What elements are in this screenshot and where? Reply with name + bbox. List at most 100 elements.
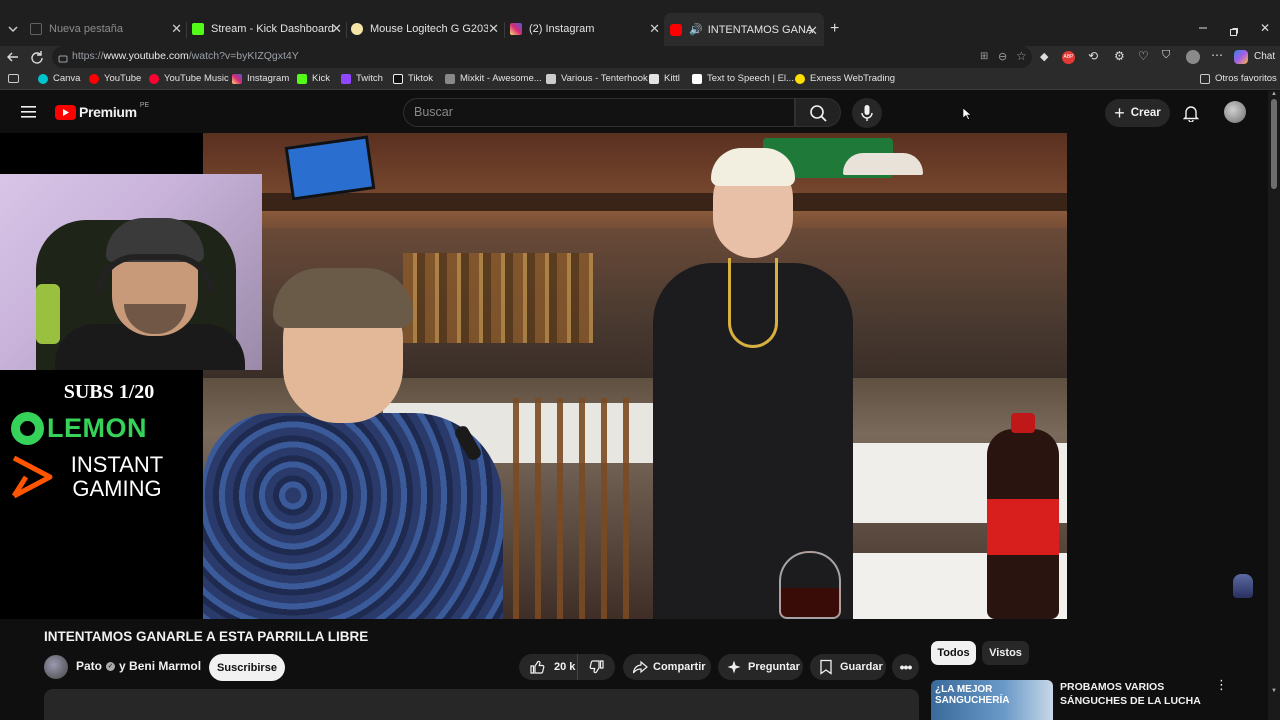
collections-icon[interactable] (8, 74, 19, 83)
thumbs-up-icon (530, 660, 545, 674)
video-scene-cola-bottle (987, 413, 1059, 619)
search-input[interactable] (414, 105, 774, 119)
extension-diamond-icon[interactable]: ◆ (1040, 50, 1048, 63)
tab-close-icon[interactable]: ✕ (331, 21, 342, 37)
bookmark-label: Otros favoritos (1215, 73, 1277, 84)
video-scene-lamp (843, 153, 923, 175)
tenterhook-icon (546, 73, 556, 84)
like-button[interactable]: 20 k (519, 654, 577, 680)
adblock-icon[interactable]: ABP (1062, 51, 1075, 64)
channel-name[interactable]: Pato ✓ y Beni Marmol (76, 659, 201, 673)
url-field[interactable]: https://www.youtube.com/watch?v=byKIZQgx… (52, 46, 1032, 68)
next-video-menu-icon[interactable]: ⋮ (1215, 678, 1228, 691)
next-video-title[interactable]: PROBAMOS VARIOS SÁNGUCHES DE LA LUCHA (1060, 680, 1201, 708)
tab-new-tab[interactable]: Nueva pestaña ✕ (30, 17, 182, 41)
hamburger-menu-icon[interactable] (21, 105, 37, 119)
tab-separator (504, 22, 505, 38)
bookmark-tiktok[interactable]: Tiktok (393, 73, 433, 84)
bookmark-tenterhook[interactable]: Various - Tenterhook (546, 73, 648, 84)
chip-todos[interactable]: Todos (931, 641, 976, 665)
voice-search-button[interactable] (852, 98, 882, 128)
scroll-up-icon[interactable]: ▲ (1271, 91, 1277, 97)
more-menu-icon[interactable]: ⋯ (1211, 48, 1223, 62)
account-avatar[interactable] (1224, 101, 1246, 123)
tab-label: (2) Instagram (529, 23, 595, 35)
subs-goal-text: SUBS 1/20 (63, 381, 155, 403)
bookmark-save-icon (820, 659, 832, 675)
search-button[interactable] (795, 98, 841, 127)
ask-button[interactable]: Preguntar (718, 654, 803, 680)
copilot-chat-label[interactable]: Chat (1254, 51, 1275, 62)
url-text: https://www.youtube.com/watch?v=byKIZQgx… (72, 50, 299, 62)
bookmark-kittl[interactable]: Kittl (649, 73, 680, 84)
description-box[interactable] (44, 689, 919, 720)
tab-close-icon[interactable]: ✕ (171, 21, 182, 37)
bookmark-text-to-speech[interactable]: Text to Speech | El... (692, 73, 794, 84)
tab-kick-dashboard[interactable]: Stream - Kick Dashboard ✕ (192, 17, 342, 41)
restore-icon[interactable] (1229, 24, 1239, 36)
more-actions-button[interactable]: ••• (892, 654, 919, 680)
reload-icon[interactable] (30, 50, 44, 64)
share-button[interactable]: Compartir (623, 654, 711, 680)
video-scene-seated-man-body (203, 413, 503, 619)
bookmark-label: Twitch (356, 73, 383, 84)
channel-name-primary: Pato (76, 659, 103, 673)
gaming-text: GAMING (72, 476, 162, 501)
bookmark-label: Text to Speech | El... (707, 73, 794, 84)
bookmark-mixkit[interactable]: Mixkit - Awesome... (445, 73, 542, 84)
shield-icon[interactable]: ⛉ (1162, 49, 1170, 62)
bookmark-youtube[interactable]: YouTube (89, 73, 141, 84)
scrollbar-thumb[interactable] (1271, 99, 1277, 189)
elevenlabs-icon (692, 73, 702, 84)
channel-avatar[interactable] (44, 655, 68, 679)
next-video-thumbnail[interactable]: ¿LA MEJOR SANGUCHERÍA (931, 680, 1053, 720)
bookmark-kick[interactable]: Kick (297, 73, 330, 84)
tab-instagram[interactable]: (2) Instagram ✕ (510, 17, 660, 41)
extension-puzzle-icon[interactable]: ⟲ (1088, 49, 1098, 63)
bookmark-instagram[interactable]: Instagram (232, 73, 289, 84)
favorite-star-icon[interactable]: ☆ (1016, 49, 1027, 63)
tab-youtube-active[interactable]: 🔊 INTENTAMOS GANARLE A ESTA ✕ (664, 13, 824, 46)
app-install-icon[interactable]: ⊞ (980, 51, 988, 62)
extensions-icon[interactable]: ⚙ (1114, 49, 1125, 63)
zoom-icon[interactable]: ⊖ (998, 50, 1007, 63)
profile-avatar-icon[interactable] (1186, 50, 1200, 64)
dislike-button[interactable] (577, 654, 615, 680)
channel-name-secondary: y Beni Marmol (119, 659, 202, 673)
floating-mascot-icon[interactable] (1233, 574, 1253, 598)
bookmark-other-favorites[interactable]: Otros favoritos (1200, 73, 1277, 84)
tab-list-dropdown-icon[interactable] (6, 22, 20, 36)
bookmark-twitch[interactable]: Twitch (341, 73, 383, 84)
youtube-premium-logo[interactable]: Premium PE (55, 102, 149, 120)
site-info-icon[interactable] (58, 51, 68, 63)
minimize-icon[interactable] (1198, 20, 1208, 30)
tab-mouse-logitech[interactable]: Mouse Logitech G G203 Lightsync ✕ (351, 17, 499, 41)
bookmarks-bar: Canva YouTube YouTube Music Instagram Ki… (0, 70, 1280, 90)
address-bar-row: https://www.youtube.com/watch?v=byKIZQgx… (0, 46, 1280, 70)
create-button[interactable]: + Crear (1105, 99, 1170, 127)
subscribe-button[interactable]: Suscribirse (209, 654, 285, 681)
close-window-icon[interactable]: ✕ (1260, 21, 1270, 35)
bookmark-canva[interactable]: Canva (38, 73, 80, 84)
save-button[interactable]: Guardar (810, 654, 886, 680)
bookmark-youtube-music[interactable]: YouTube Music (149, 73, 229, 84)
tab-close-icon[interactable]: ✕ (649, 21, 660, 37)
chip-vistos[interactable]: Vistos (982, 641, 1029, 665)
audio-playing-icon[interactable]: 🔊 (689, 23, 703, 36)
youtube-favicon-icon (670, 23, 682, 36)
copilot-icon[interactable] (1234, 50, 1248, 64)
new-tab-plus-icon[interactable]: + (830, 20, 839, 38)
tab-separator (186, 22, 187, 38)
notifications-bell-icon[interactable] (1182, 104, 1200, 123)
bookmark-exness[interactable]: Exness WebTrading (795, 73, 895, 84)
browser-essentials-icon[interactable]: ♡ (1138, 49, 1149, 63)
tab-label: INTENTAMOS GANARLE A ESTA (707, 23, 814, 36)
video-player[interactable] (203, 133, 1067, 619)
scroll-down-icon[interactable]: ▼ (1271, 688, 1277, 694)
back-arrow-icon[interactable] (6, 50, 20, 64)
next-video-title-line1: PROBAMOS VARIOS (1060, 681, 1165, 693)
tab-close-icon[interactable]: ✕ (488, 21, 499, 37)
page-scrollbar[interactable]: ▲ ▼ (1268, 91, 1280, 720)
search-box (403, 98, 795, 127)
tab-close-icon[interactable]: ✕ (807, 23, 818, 39)
